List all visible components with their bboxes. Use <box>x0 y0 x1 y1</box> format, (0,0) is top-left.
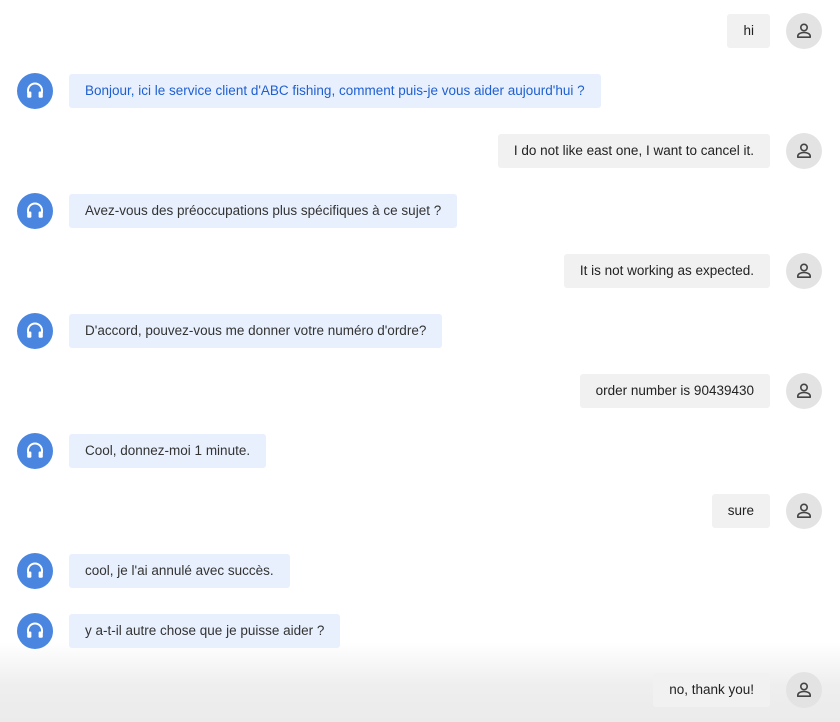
bot-message-row: D'accord, pouvez-vous me donner votre nu… <box>0 311 840 351</box>
bot-avatar <box>17 313 53 349</box>
person-icon <box>797 143 811 158</box>
headset-icon <box>27 442 43 458</box>
headset-icon <box>27 622 43 638</box>
user-message-bubble: no, thank you! <box>653 673 770 707</box>
user-message-row: hi <box>0 11 840 51</box>
user-message-row: order number is 90439430 <box>0 371 840 411</box>
headset-icon <box>27 562 43 578</box>
user-message-bubble: It is not working as expected. <box>563 254 770 288</box>
bot-avatar <box>17 73 53 109</box>
bot-message-row: cool, je l'ai annulé avec succès. <box>0 551 840 591</box>
user-message-bubble: hi <box>727 14 770 48</box>
chat-transcript: hi Bonjour, ici le service client d'ABC … <box>0 0 840 722</box>
user-message-row: sure <box>0 491 840 531</box>
headset-icon <box>27 322 43 338</box>
bot-avatar <box>17 553 53 589</box>
user-avatar <box>786 373 822 409</box>
user-message-row: no, thank you! <box>0 670 840 710</box>
bot-message-bubble: D'accord, pouvez-vous me donner votre nu… <box>69 314 443 348</box>
user-message-bubble: order number is 90439430 <box>579 374 770 408</box>
bot-avatar <box>17 193 53 229</box>
user-message-bubble: I do not like east one, I want to cancel… <box>497 134 770 168</box>
headset-icon <box>27 202 43 218</box>
user-avatar <box>786 672 822 708</box>
user-message-bubble: sure <box>711 494 770 528</box>
bot-message-row: Avez-vous des préoccupations plus spécif… <box>0 191 840 231</box>
user-message-row: It is not working as expected. <box>0 251 840 291</box>
user-avatar <box>786 253 822 289</box>
bot-message-bubble: Avez-vous des préoccupations plus spécif… <box>69 194 458 228</box>
bot-message-bubble: Bonjour, ici le service client d'ABC fis… <box>69 74 601 108</box>
user-avatar <box>786 133 822 169</box>
bot-avatar <box>17 613 53 649</box>
user-avatar <box>786 493 822 529</box>
headset-icon <box>27 82 43 98</box>
person-icon <box>797 503 811 518</box>
bot-avatar <box>17 433 53 469</box>
person-icon <box>797 263 811 278</box>
bot-message-bubble: Cool, donnez-moi 1 minute. <box>69 434 267 468</box>
bot-message-bubble: cool, je l'ai annulé avec succès. <box>69 554 290 588</box>
user-avatar <box>786 13 822 49</box>
bot-message-row: Bonjour, ici le service client d'ABC fis… <box>0 71 840 111</box>
person-icon <box>797 682 811 697</box>
person-icon <box>797 23 811 38</box>
bot-message-bubble: y a-t-il autre chose que je puisse aider… <box>69 614 341 648</box>
bot-message-row: y a-t-il autre chose que je puisse aider… <box>0 611 840 651</box>
bot-message-row: Cool, donnez-moi 1 minute. <box>0 431 840 471</box>
person-icon <box>797 383 811 398</box>
user-message-row: I do not like east one, I want to cancel… <box>0 131 840 171</box>
